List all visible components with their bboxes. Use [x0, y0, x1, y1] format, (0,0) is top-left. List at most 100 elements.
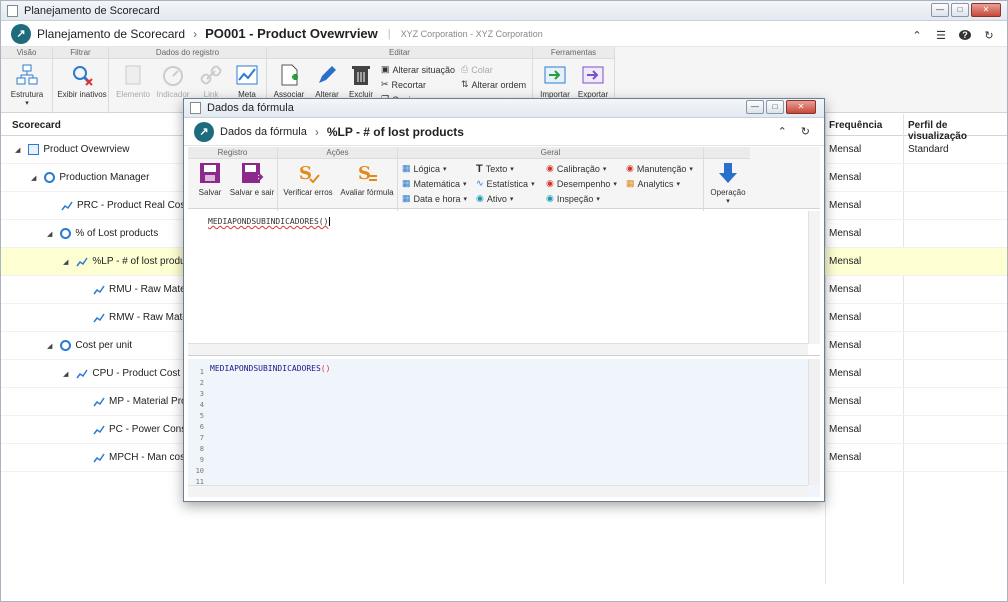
row-profile: Standard — [908, 144, 949, 155]
edit-small-actions-2: ⎙ Colar ⇅ Alterar ordem — [461, 62, 526, 92]
dropdown-arrow-icon: ▾ — [689, 165, 693, 173]
row-label: CPU - Product Cost — [92, 368, 181, 379]
recortar-button[interactable]: ✂ Recortar — [381, 77, 455, 92]
row-frequency: Mensal — [829, 312, 862, 323]
trash-icon — [349, 63, 373, 87]
dialog-title: Dados da fórmula — [207, 102, 294, 114]
preview-code: MEDIAPONDSUBINDICADORES() — [210, 364, 330, 373]
row-frequency: Mensal — [829, 144, 862, 155]
dialog-minimize-button[interactable]: — — [746, 100, 764, 114]
col-frequencia[interactable]: Frequência — [829, 120, 882, 131]
collapse-triangle-icon[interactable]: ◢ — [47, 342, 52, 350]
estatistica-menu[interactable]: ∿ Estatística ▾ — [476, 176, 535, 191]
exibir-label: Exibir inativos — [57, 90, 107, 99]
colar-button[interactable]: ⎙ Colar — [461, 62, 526, 77]
avaliar-formula-button[interactable]: S Avaliar fórmula — [338, 161, 396, 197]
maximize-button[interactable]: □ — [951, 3, 969, 17]
dropdown-arrow-icon: ▾ — [531, 180, 535, 188]
elemento-button[interactable]: Elemento — [111, 63, 155, 99]
ativo-menu[interactable]: ◉ Ativo ▾ — [476, 191, 535, 206]
window-title: Planejamento de Scorecard — [24, 4, 160, 17]
alterar-situacao-button[interactable]: ▣ Alterar situação — [381, 62, 455, 77]
collapse-triangle-icon[interactable]: ◢ — [63, 370, 68, 378]
order-icon: ⇅ — [461, 79, 469, 89]
refresh-icon[interactable]: ↻ — [983, 29, 995, 42]
collapse-triangle-icon[interactable]: ◢ — [15, 146, 20, 154]
indicator-chart-icon — [93, 397, 105, 406]
preview-horizontal-scrollbar[interactable] — [188, 485, 808, 497]
formula-editor[interactable]: MEDIAPONDSUBINDICADORES() — [188, 211, 820, 356]
group-label: Ações — [278, 147, 397, 159]
salvar-sair-button[interactable]: Salvar e sair — [228, 161, 276, 197]
import-icon — [543, 63, 567, 87]
preview-function: MEDIAPONDSUBINDICADORES — [210, 364, 321, 373]
minimize-button[interactable]: — — [931, 3, 949, 17]
list-icon[interactable]: ☰ — [935, 29, 947, 42]
hierarchy-icon — [15, 63, 39, 87]
desempenho-menu[interactable]: ◉ Desempenho ▾ — [546, 176, 617, 191]
chart-icon — [235, 63, 259, 87]
indicator-chart-icon — [93, 313, 105, 322]
editor-vertical-scrollbar[interactable] — [808, 211, 820, 344]
performance-icon: ◉ — [546, 178, 554, 188]
manutencao-menu[interactable]: ◉ Manutenção ▾ — [626, 161, 693, 176]
divider: | — [387, 27, 391, 40]
col-scorecard[interactable]: Scorecard — [12, 120, 61, 131]
editor-horizontal-scrollbar[interactable] — [188, 343, 808, 355]
analytics-icon: ▦ — [626, 178, 635, 188]
indicator-chart-icon — [61, 201, 73, 210]
dialog-window-controls: — □ ✕ — [746, 100, 816, 114]
indicator-chart-icon — [76, 257, 89, 266]
collapse-triangle-icon[interactable]: ◢ — [47, 230, 52, 238]
texto-menu[interactable]: T Texto ▾ — [476, 161, 535, 176]
collapse-icon[interactable]: ⌃ — [778, 125, 787, 138]
calibracao-menu[interactable]: ◉ Calibração ▾ — [546, 161, 617, 176]
data-hora-menu[interactable]: ▦ Data e hora ▾ — [402, 191, 467, 206]
verificar-erros-button[interactable]: S Verificar erros — [280, 161, 336, 197]
meta-button[interactable]: Meta — [225, 63, 269, 99]
inspecao-label: Inspeção — [556, 193, 594, 204]
collapse-triangle-icon[interactable]: ◢ — [31, 174, 36, 182]
help-icon[interactable]: ? — [959, 30, 971, 40]
exibir-inativos-button[interactable]: Exibir inativos — [55, 63, 109, 99]
preview-vertical-scrollbar[interactable] — [808, 359, 820, 485]
ativo-label: Ativo — [486, 193, 507, 204]
header-actions: ⌃ ☰ ? ↻ — [911, 27, 995, 43]
dialog-close-button[interactable]: ✕ — [786, 100, 816, 114]
formula-dialog: Dados da fórmula — □ ✕ ↗ Dados da fórmul… — [183, 98, 825, 502]
dialog-maximize-button[interactable]: □ — [766, 100, 784, 114]
dialog-window-icon — [190, 102, 201, 114]
analytics-menu[interactable]: ▦ Analytics ▾ — [626, 176, 693, 191]
dialog-breadcrumb[interactable]: Dados da fórmula — [220, 126, 307, 138]
line-numbers: 1 2 3 4 5 6 7 8 9 10 11 — [188, 367, 204, 488]
inspecao-menu[interactable]: ◉ Inspeção ▾ — [546, 191, 617, 206]
desempenho-label: Desempenho — [556, 178, 611, 189]
dialog-heading: %LP - # of lost products — [326, 124, 464, 139]
elemento-label: Elemento — [116, 90, 150, 99]
row-frequency: Mensal — [829, 256, 862, 267]
menu-column-2: T Texto ▾ ∿ Estatística ▾ ◉ Ativo ▾ — [476, 161, 535, 206]
breadcrumb-app[interactable]: Planejamento de Scorecard — [37, 27, 185, 41]
collapse-icon[interactable]: ⌃ — [911, 29, 923, 42]
refresh-icon[interactable]: ↻ — [801, 125, 810, 138]
collapse-triangle-icon[interactable]: ◢ — [63, 258, 68, 266]
menu-column-3: ◉ Calibração ▾ ◉ Desempenho ▾ ◉ Inspeção ▾ — [546, 161, 617, 206]
operacao-button[interactable]: Operação ▾ — [706, 161, 750, 205]
salvar-button[interactable]: Salvar — [188, 161, 232, 197]
calibracao-label: Calibração — [556, 163, 600, 174]
estrutura-button[interactable]: Estrutura ▾ — [5, 63, 49, 107]
matematica-menu[interactable]: ▦ Matemática ▾ — [402, 176, 467, 191]
row-label: Production Manager — [59, 172, 150, 183]
close-button[interactable]: ✕ — [971, 3, 1001, 17]
colar-label: Colar — [471, 64, 493, 75]
alterar-ordem-button[interactable]: ⇅ Alterar ordem — [461, 77, 526, 92]
excluir-button[interactable]: Excluir — [339, 63, 383, 99]
formula-preview: 1 2 3 4 5 6 7 8 9 10 11 MEDIAPONDSUBINDI… — [188, 359, 820, 497]
row-label: Cost per unit — [75, 340, 133, 351]
title-bar: Planejamento de Scorecard — [1, 1, 1007, 21]
formula-input[interactable]: MEDIAPONDSUBINDICADORES() — [208, 217, 331, 226]
exportar-button[interactable]: Exportar — [571, 63, 615, 99]
element-icon — [121, 63, 145, 87]
salvar-sair-label: Salvar e sair — [229, 188, 275, 197]
logica-menu[interactable]: ▦ Lógica ▾ — [402, 161, 467, 176]
